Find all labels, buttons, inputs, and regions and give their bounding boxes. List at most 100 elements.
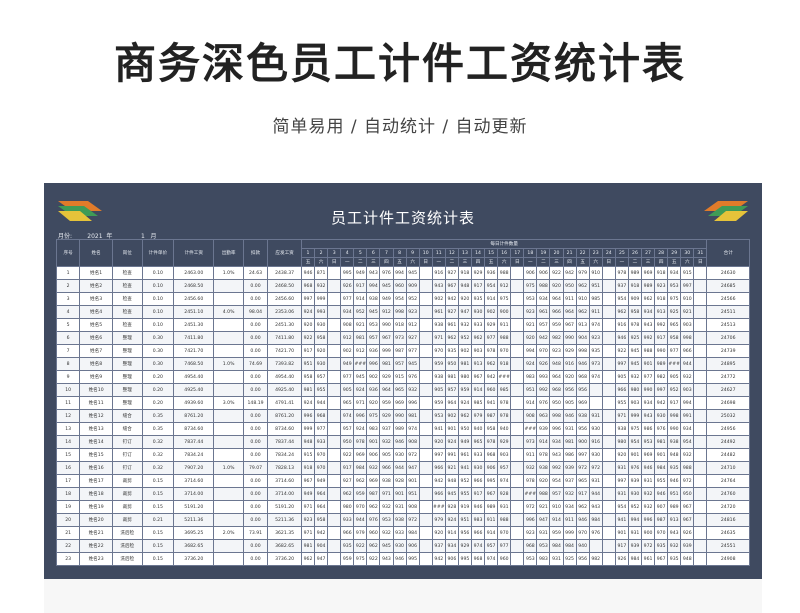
- cell-day: ###: [523, 487, 538, 501]
- cell-day: 926: [614, 552, 629, 566]
- cell-day: 962: [614, 305, 629, 319]
- cell-day: 977: [340, 370, 355, 384]
- cell-day: [693, 266, 708, 280]
- cell-day: [418, 448, 433, 462]
- cell-day: [327, 474, 342, 488]
- cell-day: 942: [431, 552, 446, 566]
- cell-day: 953: [523, 292, 538, 306]
- cell-day: [418, 344, 433, 358]
- cell-day: 958: [484, 422, 499, 436]
- cell-day: 946: [470, 500, 486, 514]
- cell-day: [418, 383, 433, 397]
- cell-day: 902: [431, 292, 446, 306]
- cell-ded: 0.00: [242, 422, 269, 436]
- cell-day: 902: [457, 344, 472, 358]
- cell-day: 917: [470, 487, 486, 501]
- cell-total: 24492: [706, 435, 750, 449]
- cell-day: 900: [575, 435, 590, 449]
- cell-day: 917: [340, 461, 355, 475]
- weekday-header: 三: [640, 257, 656, 267]
- cell-day: 945: [627, 344, 643, 358]
- cell-day: 996: [640, 513, 656, 527]
- cell-post: 裁剪: [111, 513, 143, 527]
- cell-day: [510, 409, 525, 423]
- cell-day: 981: [353, 331, 368, 345]
- cell-pay: 2451.30: [267, 318, 302, 332]
- cell-day: 972: [680, 474, 695, 488]
- cell-day: [327, 396, 342, 410]
- day-number-header: 18: [523, 248, 538, 258]
- cell-day: 990: [654, 344, 669, 358]
- cell-day: 995: [457, 552, 472, 566]
- cell-day: 988: [640, 344, 656, 358]
- cell-ded: 0.00: [242, 344, 269, 358]
- weekday-header: 三: [549, 257, 564, 267]
- cell-day: 996: [300, 409, 316, 423]
- cell-day: 978: [536, 448, 551, 462]
- wage-table: 序号 姓名 岗位 计件单价 计件工资 出勤率 扣款 应发工资 每日计件数量 合计 12345678…: [55, 239, 750, 566]
- cell-day: 965: [340, 396, 355, 410]
- daily-count-header: 每日计件数量: [300, 239, 708, 249]
- cell-total: 24482: [706, 448, 750, 462]
- cell-day: 901: [654, 448, 669, 462]
- cell-day: [418, 474, 433, 488]
- cell-att: [213, 448, 244, 462]
- cell-total: 24698: [706, 396, 750, 410]
- cell-day: 931: [614, 487, 629, 501]
- cell-day: 934: [562, 500, 577, 514]
- cell-day: 957: [444, 383, 459, 397]
- cell-day: [601, 435, 616, 449]
- cell-day: [418, 357, 433, 371]
- cell-day: 903: [627, 396, 643, 410]
- day-number-header: 25: [614, 248, 629, 258]
- cell-total: 24956: [706, 422, 750, 436]
- cell-day: 922: [614, 344, 629, 358]
- cell-day: 951: [457, 513, 472, 527]
- cell-day: [510, 370, 525, 384]
- cell-day: 945: [444, 487, 459, 501]
- cell-day: 906: [523, 266, 538, 280]
- cell-day: 944: [314, 396, 329, 410]
- cell-day: 962: [457, 409, 472, 423]
- cell-day: 971: [614, 409, 629, 423]
- cell-day: 967: [444, 279, 459, 293]
- cell-day: 938: [366, 292, 381, 306]
- cell-day: 911: [484, 513, 499, 527]
- cell-day: [693, 513, 708, 527]
- cell-day: [693, 500, 708, 514]
- cell-post: 检查: [111, 266, 143, 280]
- cell-name: 姓名21: [79, 526, 113, 540]
- cell-day: 932: [314, 279, 329, 293]
- cell-day: [327, 487, 342, 501]
- cell-day: 915: [300, 448, 316, 462]
- cell-day: 972: [588, 461, 603, 475]
- table-row: 5 姓名5 检查 0.10 2451.30 0.00 2451.30 920 930 908 921…: [55, 318, 750, 332]
- cell-day: 964: [314, 500, 329, 514]
- cell-day: 917: [353, 279, 368, 293]
- cell-day: 912: [379, 305, 394, 319]
- cell-day: 947: [405, 461, 420, 475]
- cell-day: 916: [588, 435, 603, 449]
- table-row: 16 姓名16 钉订 0.32 7907.20 1.0% 79.07 7828.13 918 97…: [55, 461, 750, 475]
- cell-day: 903: [680, 383, 695, 397]
- cell-name: 姓名8: [79, 357, 113, 371]
- cell-day: 916: [562, 357, 577, 371]
- cell-day: 922: [353, 539, 368, 553]
- cell-post: 裁剪: [111, 487, 143, 501]
- cell-seq: 13: [55, 422, 81, 436]
- cell-day: 929: [470, 266, 486, 280]
- cell-day: 902: [484, 305, 499, 319]
- cell-day: 902: [340, 344, 355, 358]
- cell-day: 979: [470, 409, 486, 423]
- cell-day: [601, 266, 616, 280]
- cell-day: 974: [497, 474, 512, 488]
- cell-day: 920: [523, 331, 538, 345]
- cell-day: [510, 305, 525, 319]
- cell-day: 968: [523, 539, 538, 553]
- cell-day: 996: [353, 409, 368, 423]
- cell-day: 931: [614, 461, 629, 475]
- cell-day: 914: [444, 526, 459, 540]
- cell-seq: 12: [55, 409, 81, 423]
- cell-day: 966: [680, 344, 695, 358]
- cell-day: 999: [379, 344, 394, 358]
